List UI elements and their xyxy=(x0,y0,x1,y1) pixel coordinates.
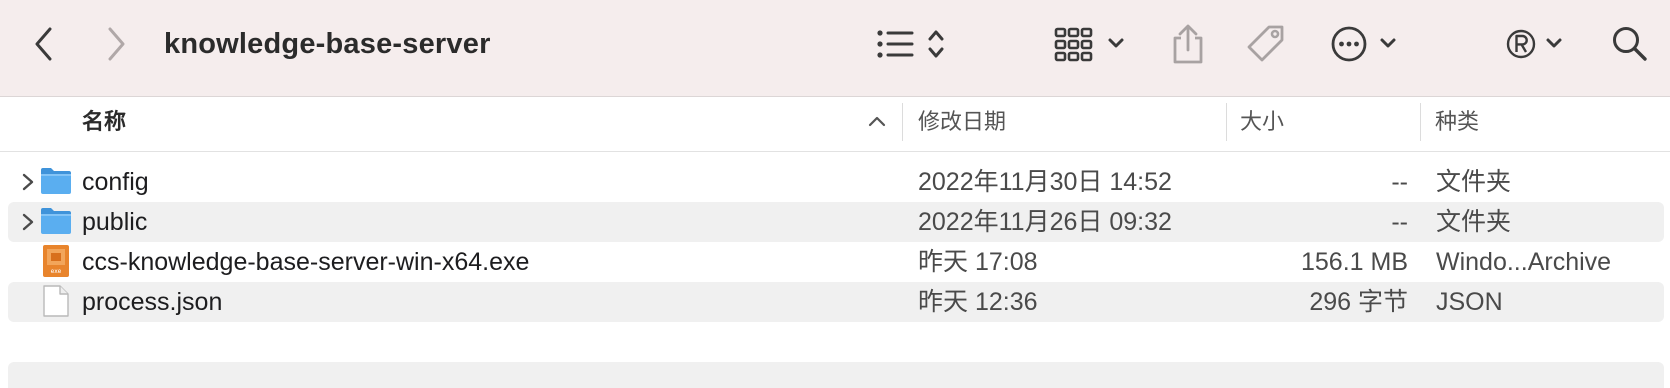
forward-button[interactable] xyxy=(100,26,132,62)
file-modified-date: 昨天 12:36 xyxy=(918,288,1038,316)
magnifier-icon xyxy=(1613,27,1647,61)
file-size: -- xyxy=(1391,208,1408,236)
column-divider[interactable] xyxy=(902,103,903,141)
disclosure-triangle-icon[interactable] xyxy=(18,212,38,232)
empty-row-band xyxy=(8,362,1664,388)
file-size: 296 字节 xyxy=(1309,288,1408,316)
file-row[interactable]: exe ccs-knowledge-base-server-win-x64.ex… xyxy=(8,242,1664,282)
folder-icon xyxy=(41,208,71,234)
disclosure-triangle-icon[interactable] xyxy=(18,172,38,192)
chevron-right-icon xyxy=(108,27,125,61)
tag-icon xyxy=(1247,25,1284,62)
file-row[interactable]: config 2022年11月30日 14:52 -- 文件夹 xyxy=(8,162,1664,202)
window-title: knowledge-base-server xyxy=(164,28,491,60)
file-name: public xyxy=(82,208,148,236)
column-divider[interactable] xyxy=(1420,103,1421,141)
svg-text:exe: exe xyxy=(51,268,62,275)
file-modified-date: 2022年11月30日 14:52 xyxy=(918,168,1172,196)
column-kind-header[interactable]: 种类 xyxy=(1435,97,1479,151)
tag-button[interactable] xyxy=(1244,22,1288,66)
file-kind: JSON xyxy=(1436,288,1503,316)
file-row[interactable]: public 2022年11月26日 09:32 -- 文件夹 xyxy=(8,202,1664,242)
ellipsis-circle-icon xyxy=(1331,26,1396,62)
search-button[interactable] xyxy=(1610,24,1650,64)
extension-button[interactable] xyxy=(1506,24,1568,64)
file-modified-date: 昨天 17:08 xyxy=(918,248,1038,276)
file-size: -- xyxy=(1391,168,1408,196)
file-name: ccs-knowledge-base-server-win-x64.exe xyxy=(82,248,530,276)
list-icon xyxy=(877,30,944,58)
file-kind: 文件夹 xyxy=(1436,168,1512,196)
share-button[interactable] xyxy=(1168,22,1208,66)
registered-icon xyxy=(1506,29,1562,59)
folder-icon xyxy=(41,168,71,194)
column-name-header[interactable]: 名称 xyxy=(82,97,126,151)
toolbar: knowledge-base-server xyxy=(0,0,1670,97)
file-name: process.json xyxy=(82,288,223,316)
column-header-bar: 名称 修改日期 大小 种类 xyxy=(0,97,1670,152)
column-size-header[interactable]: 大小 xyxy=(1240,97,1284,151)
exe-file-icon: exe xyxy=(43,245,69,277)
file-kind: Windo...Archive xyxy=(1436,248,1612,276)
column-divider[interactable] xyxy=(1226,103,1227,141)
column-modified-header[interactable]: 修改日期 xyxy=(918,97,1006,151)
action-button[interactable] xyxy=(1330,24,1402,64)
sort-ascending-icon[interactable] xyxy=(868,115,886,127)
chevron-left-icon xyxy=(35,27,52,61)
file-name: config xyxy=(82,168,149,196)
document-icon xyxy=(43,285,69,317)
view-mode-button[interactable] xyxy=(876,24,948,64)
file-size: 156.1 MB xyxy=(1300,248,1408,276)
back-button[interactable] xyxy=(28,26,60,62)
file-modified-date: 2022年11月26日 09:32 xyxy=(918,208,1172,236)
icon-grid-icon xyxy=(1054,27,1124,62)
share-icon xyxy=(1173,24,1203,64)
group-button[interactable] xyxy=(1054,24,1130,64)
file-kind: 文件夹 xyxy=(1436,208,1512,236)
file-row[interactable]: process.json 昨天 12:36 296 字节 JSON xyxy=(8,282,1664,322)
